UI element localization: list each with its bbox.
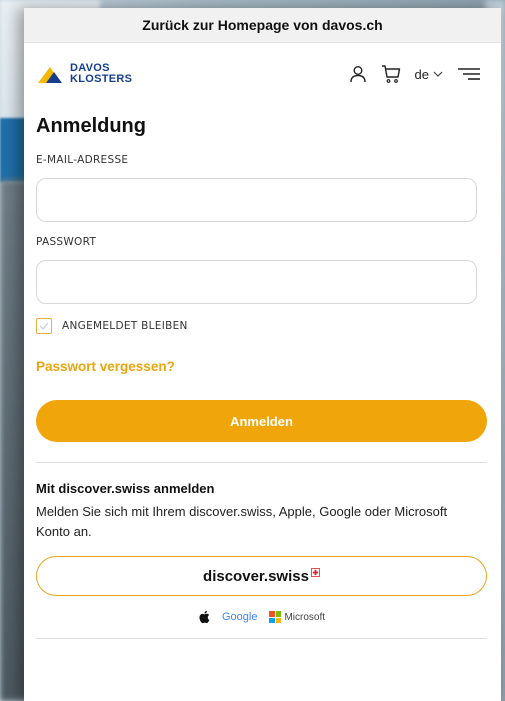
microsoft-login[interactable]: Microsoft: [269, 611, 325, 623]
davos-klosters-logo[interactable]: DAVOS KLOSTERS: [36, 63, 132, 85]
microsoft-icon: [269, 611, 282, 623]
password-field[interactable]: [36, 260, 477, 304]
login-form: Anmeldung E-MAIL-ADRESSE PASSWORT ANGEME…: [24, 115, 501, 639]
chevron-down-icon: [433, 71, 443, 77]
back-to-homepage-link[interactable]: Zurück zur Homepage von davos.ch: [24, 8, 501, 43]
page-title: Anmeldung: [36, 115, 146, 137]
cart-icon[interactable]: [381, 64, 401, 84]
language-selector[interactable]: de: [415, 67, 443, 82]
logo-text: DAVOS KLOSTERS: [70, 63, 132, 85]
logo-line-klosters: KLOSTERS: [70, 73, 133, 85]
google-login[interactable]: Google: [222, 611, 257, 623]
section-divider: [36, 462, 487, 463]
apple-icon: [199, 610, 210, 624]
back-to-homepage-text: Zurück zur Homepage von davos.ch: [142, 17, 383, 33]
forgot-password-link[interactable]: Passwort vergessen?: [36, 359, 175, 374]
sso-providers: Google Microsoft: [36, 610, 487, 624]
apple-login[interactable]: [198, 610, 210, 624]
login-panel: Zurück zur Homepage von davos.ch DAVOS K…: [24, 8, 501, 701]
sso-description: Melden Sie sich mit Ihrem discover.swiss…: [36, 504, 448, 539]
header-actions: de: [349, 64, 485, 84]
menu-icon[interactable]: [457, 67, 481, 81]
google-label: Google: [221, 611, 258, 623]
remember-me-label: ANGEMELDET BLEIBEN: [62, 320, 188, 332]
sso-title: Mit discover.swiss anmelden: [36, 481, 215, 496]
microsoft-label: Microsoft: [284, 611, 326, 623]
user-icon[interactable]: [349, 65, 367, 83]
discover-swiss-button[interactable]: discover.swiss: [36, 556, 487, 596]
email-label: E-MAIL-ADRESSE: [36, 154, 129, 166]
email-field[interactable]: [36, 178, 477, 222]
language-value: de: [414, 66, 429, 82]
logo-mountain-icon: [36, 63, 64, 85]
site-header: DAVOS KLOSTERS de: [24, 43, 501, 105]
password-label: PASSWORT: [36, 236, 97, 248]
discover-swiss-label: discover.swiss: [203, 567, 309, 585]
bottom-divider: [36, 638, 487, 639]
remember-me-row: ANGEMELDET BLEIBEN: [36, 318, 489, 334]
remember-me-checkbox[interactable]: [36, 318, 52, 334]
swiss-cross-icon: [311, 567, 320, 577]
checkmark-icon: [39, 322, 49, 330]
login-button[interactable]: Anmelden: [36, 400, 487, 442]
